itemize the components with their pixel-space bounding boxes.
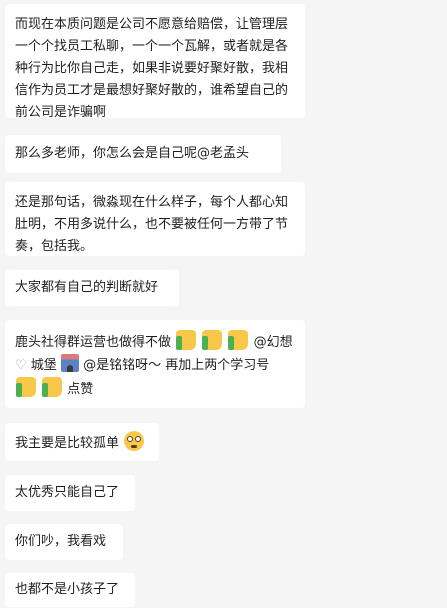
message-bubble[interactable]: 那么多老师，你怎么会是自己呢@老孟头 (5, 135, 281, 173)
message-mention: @幻想 (253, 335, 293, 350)
message-text: 太优秀只能自己了 (15, 485, 120, 500)
thumbs-up-icon (202, 330, 223, 350)
message-bubble[interactable]: 你们吵，我看戏 (5, 524, 123, 560)
chat-message-list: 而现在本质问题是公司不愿意给赔偿，让管理层一个个找员工私聊，一个一个瓦解，或者就… (0, 0, 447, 608)
message-text: 大家都有自己的判断就好 (15, 280, 159, 295)
message-text: 城堡 (30, 358, 61, 373)
thumbs-up-icon (42, 377, 63, 397)
message-text: 那么多老师，你怎么会是自己呢@老孟头 (15, 146, 250, 161)
message-text: 我主要是比较孤单 (15, 436, 120, 451)
message-text: 你们吵，我看戏 (15, 534, 107, 549)
message-text: 而现在本质问题是公司不愿意给赔偿，让管理层一个个找员工私聊，一个一个瓦解，或者就… (15, 17, 289, 120)
message-text: 也都不是小孩子了 (15, 582, 120, 597)
message-text: @是铭铭呀～ 再加上两个学习号 (83, 358, 270, 373)
message-bubble[interactable]: 大家都有自己的判断就好 (5, 270, 179, 306)
castle-icon (60, 354, 79, 372)
flushed-face-icon (124, 431, 145, 451)
thumbs-up-icon (228, 330, 249, 350)
message-bubble[interactable]: 而现在本质问题是公司不愿意给赔偿，让管理层一个个找员工私聊，一个一个瓦解，或者就… (5, 4, 305, 120)
message-bubble[interactable]: 也都不是小孩子了 (5, 573, 135, 607)
message-bubble[interactable]: 我主要是比较孤单 (5, 423, 159, 461)
purple-heart-icon: ♡ (15, 358, 27, 373)
message-bubble[interactable]: 还是那句话，微淼现在什么样子，每个人都心知肚明，不用多说什么，也不要被任何一方带… (5, 182, 305, 256)
thumbs-up-icon (16, 377, 36, 397)
message-bubble[interactable]: 太优秀只能自己了 (5, 475, 135, 511)
message-text: 鹿头社得群运营也做得不做 (15, 335, 172, 350)
message-text: 还是那句话，微淼现在什么样子，每个人都心知肚明，不用多说什么，也不要被任何一方带… (15, 195, 289, 254)
message-bubble[interactable]: 鹿头社得群运营也做得不做 @幻想 ♡ 城堡 @是铭铭呀～ 再加上两个学习号 点赞 (5, 320, 305, 408)
message-text: 点赞 (67, 382, 94, 397)
thumbs-up-icon (176, 330, 197, 350)
